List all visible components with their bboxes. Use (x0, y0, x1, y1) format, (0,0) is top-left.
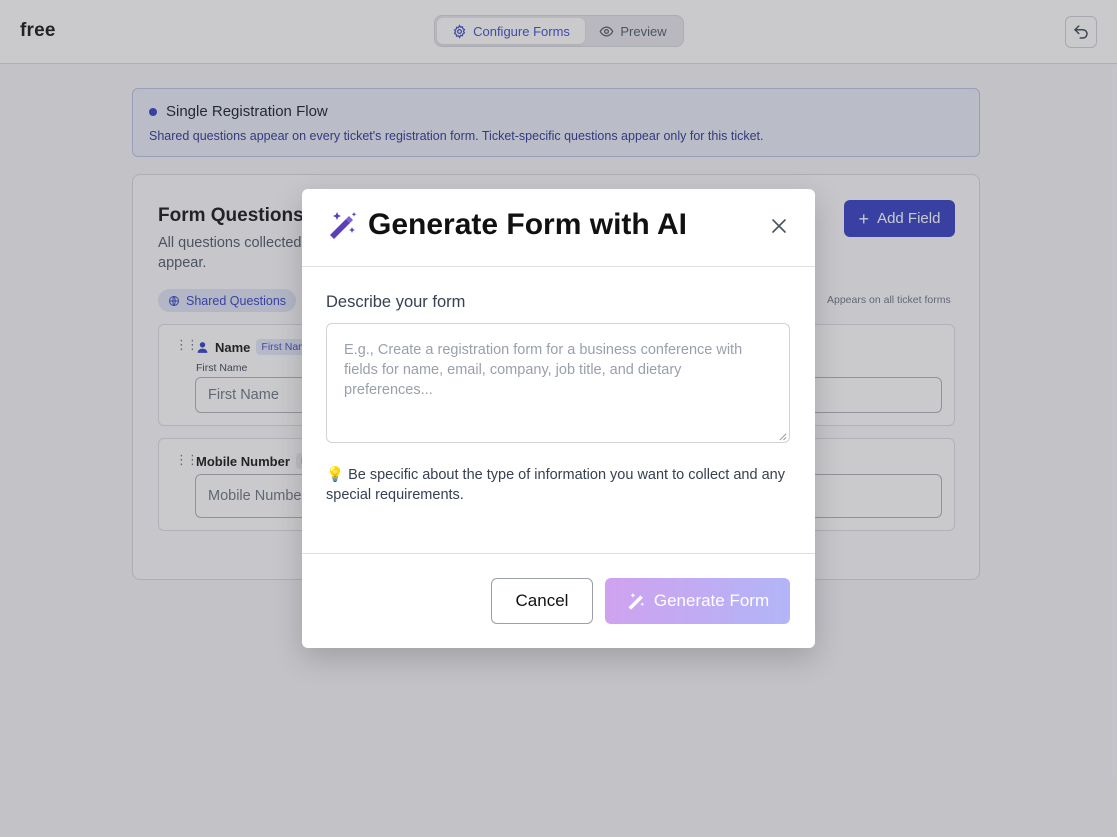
generate-form-dialog: Generate Form with AI Describe your form… (302, 189, 815, 648)
close-icon (772, 219, 786, 233)
cancel-button[interactable]: Cancel (491, 578, 593, 624)
hint-text: 💡 Be specific about the type of informat… (326, 467, 785, 503)
close-button[interactable] (767, 214, 791, 238)
dialog-footer-divider (302, 553, 815, 554)
generate-form-button[interactable]: Generate Form (605, 578, 790, 624)
page-scrollbar[interactable] (1112, 64, 1117, 778)
dialog-title-text: Generate Form with AI (368, 208, 687, 241)
describe-form-label: Describe your form (326, 293, 466, 311)
magic-wand-icon (330, 212, 357, 239)
dialog-title: Generate Form with AI (326, 208, 687, 242)
dialog-header: Generate Form with AI (302, 189, 815, 267)
form-description-input[interactable] (326, 323, 790, 443)
generate-form-label: Generate Form (653, 591, 770, 610)
resize-handle-icon[interactable] (778, 432, 787, 441)
magic-wand-icon (628, 592, 644, 610)
